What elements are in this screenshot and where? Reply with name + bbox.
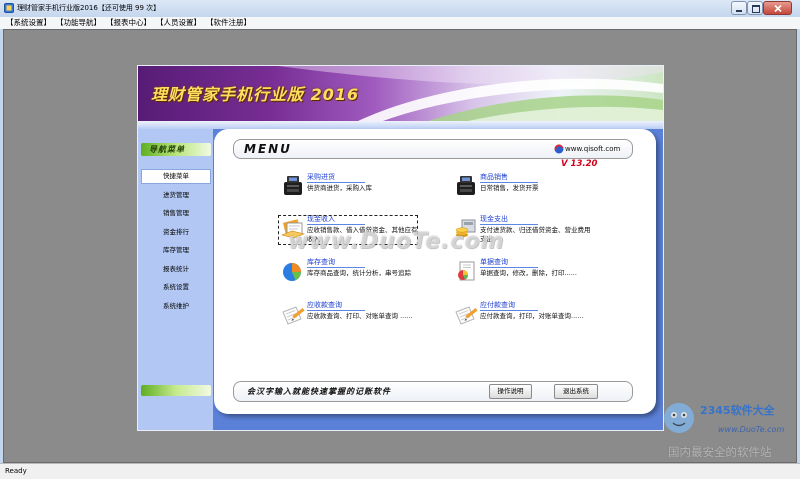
sidebar-item-quick-menu[interactable]: 快捷菜单 [141,169,211,184]
website-link[interactable]: www.qisoft.com [565,145,620,154]
bill-chart-icon[interactable] [454,260,478,282]
sidebar-item-maintenance[interactable]: 系统维护 [141,299,211,314]
item-description: 应收款查询、打印、对账单查询 ...... [307,312,413,320]
menu-staff-settings[interactable]: 【人员设置】 [155,18,202,28]
cash-register-icon[interactable] [281,175,305,197]
pie-chart-icon[interactable] [281,260,305,282]
main-panel: 理财管家手机行业版 2016 导航菜单 快捷菜单 进货管理 销售管理 资金排行 … [137,65,664,431]
menu-report-center[interactable]: 【报表中心】 [105,18,152,28]
sidebar-item-system-settings[interactable]: 系统设置 [141,280,211,295]
sidebar-item-purchase[interactable]: 进货管理 [141,188,211,203]
quick-item-inventory-query[interactable]: 库存查询 库存商品查询，统计分析，串号追踪 [281,258,453,294]
item-title[interactable]: 商品销售 [480,173,538,183]
title-bar[interactable]: 理财管家手机行业版2016【还可使用 99 次】 [0,0,800,17]
maximize-icon [752,5,760,13]
website-logo-icon [554,144,564,154]
cash-register-icon[interactable] [454,175,478,197]
item-description: 供货商进货，采购入库 [307,184,372,192]
menu-bar: 【系统设置】 【功能导航】 【报表中心】 【人员设置】 【软件注册】 [0,17,800,29]
item-title[interactable]: 应收款查询 [307,301,365,311]
quick-item-purchase[interactable]: 采购进货 供货商进货，采购入库 [281,173,453,209]
menu-heading: MENU [244,142,292,156]
sidebar-footer-bar [141,385,211,396]
sidebar-item-reports[interactable]: 报表统计 [141,262,211,277]
sidebar-header: 导航菜单 [141,143,211,156]
sidebar: 导航菜单 快捷菜单 进货管理 销售管理 资金排行 库存管理 报表统计 系统设置 … [138,129,213,430]
document-pencil-icon[interactable] [454,303,478,325]
app-icon [4,3,14,13]
banner-divider [138,121,663,129]
menu-system-settings[interactable]: 【系统设置】 [5,18,52,28]
window-title: 理财管家手机行业版2016【还可使用 99 次】 [17,4,161,12]
close-button[interactable] [763,1,792,15]
item-title[interactable]: 采购进货 [307,173,365,183]
item-description: 库存商品查询，统计分析，串号追踪 [307,269,411,277]
close-icon [774,5,782,12]
sidebar-item-inventory[interactable]: 库存管理 [141,243,211,258]
minimize-icon [736,10,742,12]
menu-header: MENU www.qisoft.com [233,139,633,159]
sidebar-item-sales[interactable]: 销售管理 [141,206,211,221]
brand-watermark: 2345软件大全 [700,404,775,417]
exit-button[interactable]: 退出系统 [554,384,598,399]
version-label: V 13.20 [561,159,598,169]
status-bar: Ready [0,463,800,479]
quick-menu-card: MENU www.qisoft.com V 13.20 采购进货 供货商进货，采… [214,129,656,414]
item-title[interactable]: 应付款查询 [480,301,538,311]
banner-title: 理财管家手机行业版 2016 [151,85,360,104]
status-text: Ready [5,467,27,475]
center-watermark: www.DuoTe.com [288,229,505,254]
site-watermark: www.DuoTe.com [718,425,785,434]
quick-item-receivable-query[interactable]: 应收款查询 应收款查询、打印、对账单查询 ...... [281,301,453,337]
slogan-text: 会汉字输入就能快速掌握的记账软件 [247,387,391,396]
item-title[interactable]: 单据查询 [480,258,538,268]
mascot-logo [664,403,694,433]
menu-software-registration[interactable]: 【软件注册】 [205,18,252,28]
item-description: 应付款查询，打印，对账单查询...... [480,312,584,320]
item-description: 日常销售，发货开票 [480,184,539,192]
banner: 理财管家手机行业版 2016 [138,66,663,121]
document-pencil-icon[interactable] [281,303,305,325]
sidebar-header-label: 导航菜单 [149,145,185,154]
tagline-watermark: 国内最安全的软件站 [668,445,772,459]
item-title[interactable]: 现金支出 [480,215,538,225]
quick-item-bill-query[interactable]: 单据查询 单据查询，修改，删除，打印...... [454,258,626,294]
sidebar-item-funds[interactable]: 资金排行 [141,225,211,240]
help-button[interactable]: 操作说明 [489,384,532,399]
quick-item-payable-query[interactable]: 应付款查询 应付款查询，打印，对账单查询...... [454,301,626,337]
item-title[interactable]: 库存查询 [307,258,365,268]
item-description: 单据查询，修改，删除，打印...... [480,269,577,277]
sidebar-list: 快捷菜单 进货管理 销售管理 资金排行 库存管理 报表统计 系统设置 系统维护 [141,169,211,314]
footer-bar: 会汉字输入就能快速掌握的记账软件 操作说明 退出系统 [233,381,633,402]
menu-function-navigation[interactable]: 【功能导航】 [55,18,102,28]
minimize-button[interactable] [731,1,747,15]
maximize-button[interactable] [747,1,763,15]
quick-item-sales[interactable]: 商品销售 日常销售，发货开票 [454,173,626,209]
